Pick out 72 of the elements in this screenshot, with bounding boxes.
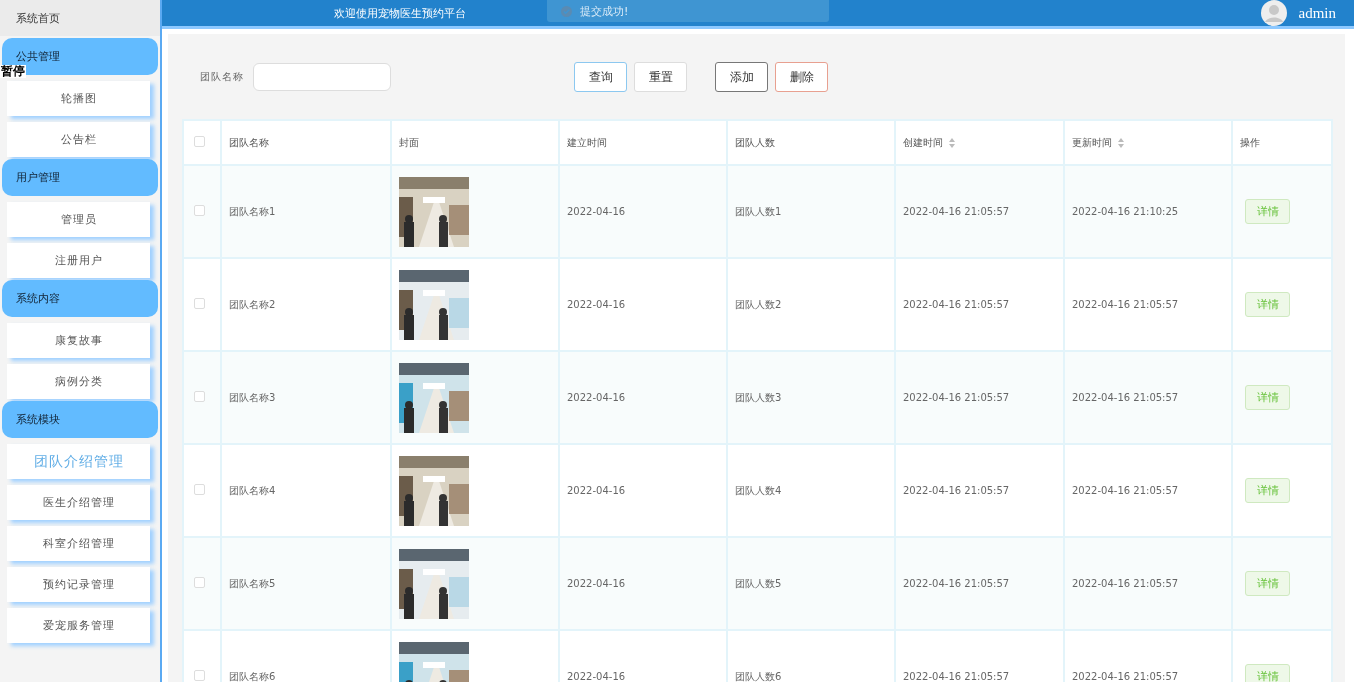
table-cell: 团队人数2: [735, 298, 782, 310]
column-header: 团队名称: [229, 136, 269, 148]
menu-item[interactable]: 康复故事: [7, 323, 150, 358]
table-cell: 2022-04-16: [567, 299, 626, 310]
table-cell: 团队人数3: [735, 391, 782, 403]
delete-button[interactable]: 删除: [775, 62, 828, 92]
row-checkbox[interactable]: [194, 484, 205, 495]
column-header: 操作: [1240, 136, 1260, 148]
table-cell: 团队名称1: [229, 205, 276, 217]
table-cell: 团队名称3: [229, 391, 276, 403]
menu-item[interactable]: 科室介绍管理: [7, 526, 150, 561]
column-header[interactable]: 创建时间: [903, 135, 943, 150]
sort-icon[interactable]: [1118, 137, 1124, 148]
field-label: 团队名称: [200, 70, 244, 84]
search-button[interactable]: 查询: [574, 62, 627, 92]
column-header: 建立时间: [567, 136, 607, 148]
check-circle-icon: [561, 5, 572, 17]
menu-group-header[interactable]: 系统模块: [2, 401, 158, 438]
table-cell: 2022-04-16 21:05:57: [1072, 485, 1179, 496]
table-cell: 2022-04-16: [567, 671, 626, 682]
reset-button[interactable]: 重置: [634, 62, 687, 92]
menu-group-header[interactable]: 系统内容: [2, 280, 158, 317]
table-cell: 2022-04-16 21:05:57: [903, 485, 1010, 496]
table-cell: 2022-04-16 21:05:57: [1072, 671, 1179, 682]
table-cell: 2022-04-16 21:05:57: [903, 578, 1010, 589]
table-cell: 2022-04-16 21:05:57: [903, 671, 1010, 682]
avatar-icon[interactable]: [1260, 0, 1287, 26]
row-checkbox[interactable]: [194, 391, 205, 402]
table-cell: 团队名称6: [229, 670, 276, 682]
table-cell: 2022-04-16 21:05:57: [1072, 578, 1179, 589]
table-cell: 团队名称2: [229, 298, 276, 310]
table-cell: 团队人数5: [735, 577, 782, 589]
sort-icon[interactable]: [949, 137, 955, 148]
menu-group-header[interactable]: 用户管理: [2, 159, 158, 196]
select-all-checkbox[interactable]: [194, 136, 205, 147]
table-cell: 2022-04-16 21:05:57: [903, 206, 1010, 217]
menu-item[interactable]: 爱宠服务管理: [7, 608, 150, 643]
menu-item[interactable]: 病例分类: [7, 364, 150, 399]
menu-item[interactable]: 预约记录管理: [7, 567, 150, 602]
table-cell: 2022-04-16: [567, 485, 626, 496]
table-cell: 2022-04-16 21:10:25: [1072, 206, 1179, 217]
table-cell: 团队人数1: [735, 205, 782, 217]
toast-text: 提交成功!: [580, 3, 629, 19]
row-checkbox[interactable]: [194, 205, 205, 216]
table-cell: 2022-04-16 21:05:57: [1072, 392, 1179, 403]
menu-item[interactable]: 医生介绍管理: [7, 485, 150, 520]
table-cell: 2022-04-16: [567, 206, 626, 217]
site-title: 欢迎使用宠物医生预约平台: [334, 5, 466, 21]
row-checkbox[interactable]: [194, 577, 205, 588]
home-link[interactable]: 系统首页: [0, 0, 160, 36]
row-checkbox[interactable]: [194, 298, 205, 309]
row-checkbox[interactable]: [194, 670, 205, 681]
table-cell: 团队名称4: [229, 484, 276, 496]
add-button[interactable]: 添加: [715, 62, 768, 92]
team-name-field[interactable]: [253, 63, 391, 91]
table-cell: 团队人数4: [735, 484, 782, 496]
menu-item[interactable]: 注册用户: [7, 243, 150, 278]
column-header[interactable]: 更新时间: [1072, 135, 1112, 150]
table-cell: 2022-04-16 21:05:57: [1072, 299, 1179, 310]
table-cell: 团队人数6: [735, 670, 782, 682]
table-cell: 团队名称5: [229, 577, 276, 589]
menu-item[interactable]: 公告栏: [7, 122, 150, 157]
user-name[interactable]: admin: [1298, 4, 1336, 22]
overlay-label: 暂停: [0, 65, 26, 78]
table-cell: 2022-04-16 21:05:57: [903, 299, 1010, 310]
column-header: 团队人数: [735, 136, 775, 148]
table-cell: 2022-04-16: [567, 578, 626, 589]
table-cell: 2022-04-16: [567, 392, 626, 403]
menu-item[interactable]: 轮播图: [7, 81, 150, 116]
table-cell: 2022-04-16 21:05:57: [903, 392, 1010, 403]
column-header: 封面: [399, 136, 419, 148]
menu-item[interactable]: 管理员: [7, 202, 150, 237]
